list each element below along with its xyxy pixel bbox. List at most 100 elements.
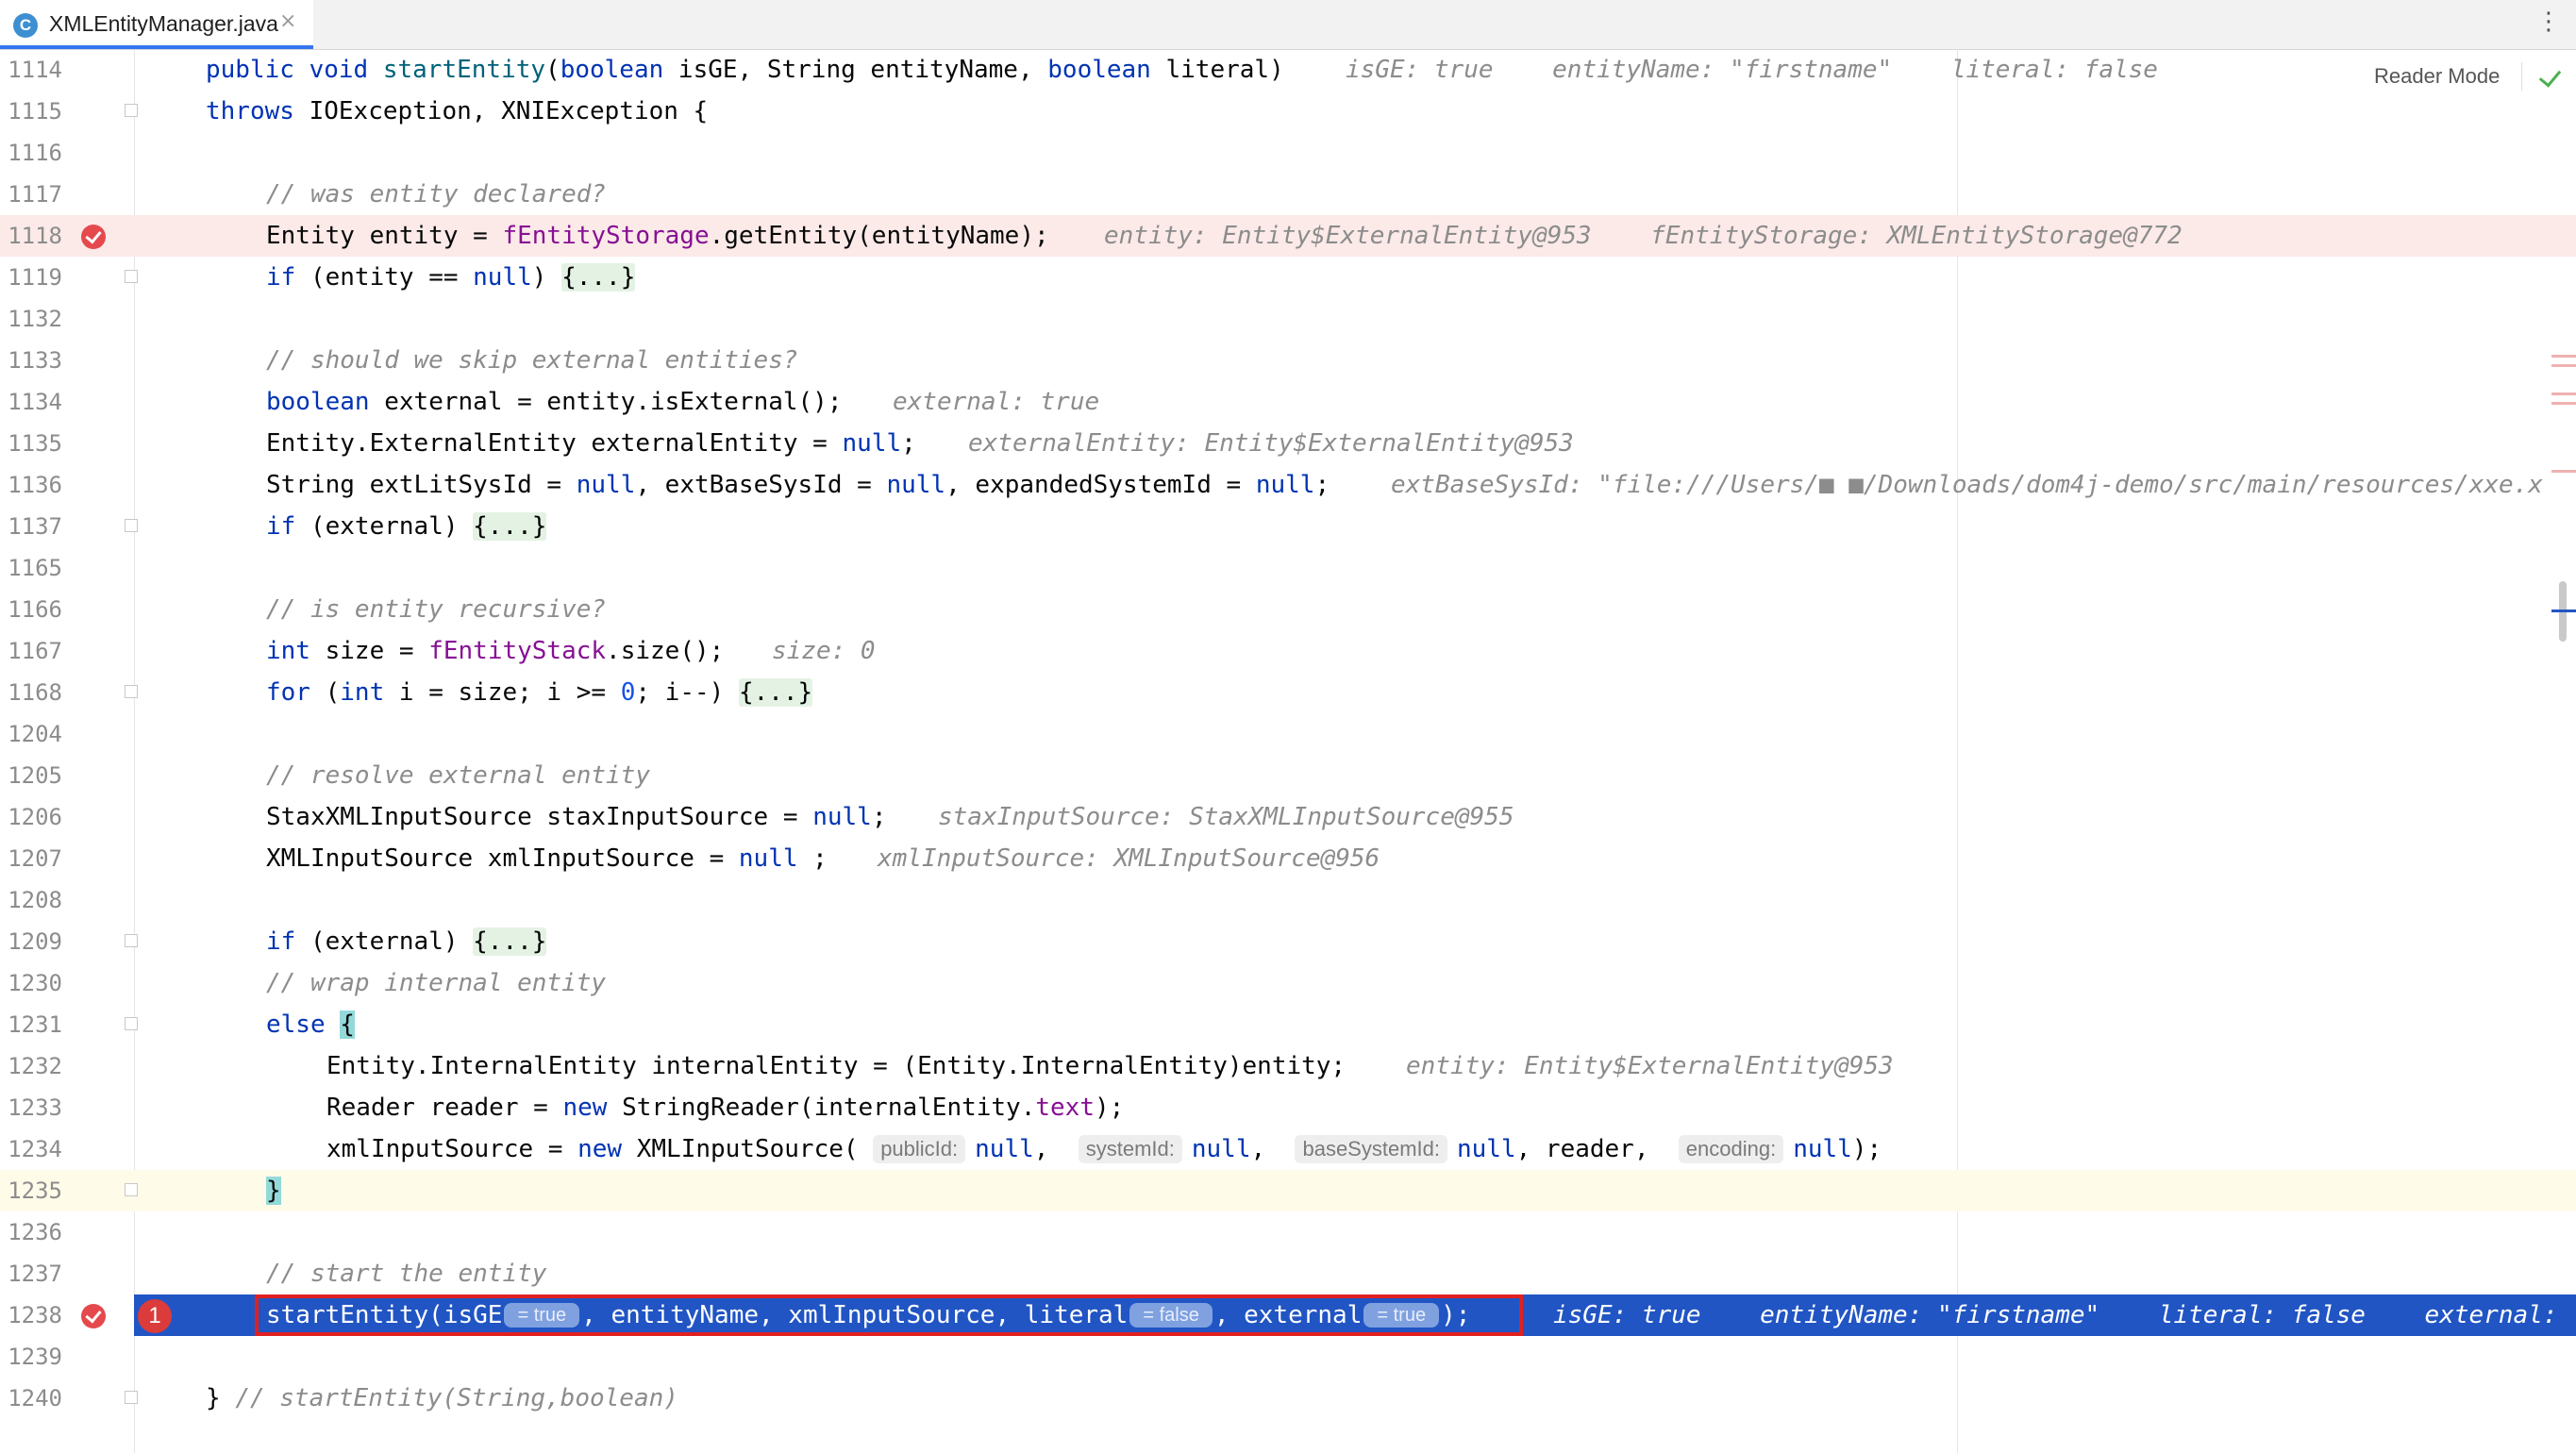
- tab-label: XMLEntityManager.java: [49, 11, 278, 36]
- line-number[interactable]: 1240: [0, 1385, 62, 1411]
- line-number[interactable]: 1230: [0, 970, 62, 996]
- line-number[interactable]: 1135: [0, 430, 62, 457]
- code-text: if (entity == null) {...}: [266, 263, 636, 292]
- debug-inline-values: extBaseSysId: "file:///Users/■ ■/Downloa…: [1391, 471, 2543, 499]
- fold-marker-icon[interactable]: [125, 685, 138, 698]
- code-text: else {: [266, 1010, 355, 1039]
- folded-block[interactable]: {...}: [473, 512, 547, 541]
- line-number[interactable]: 1205: [0, 762, 62, 789]
- code-comment: // wrap internal entity: [266, 969, 607, 997]
- fold-marker-icon[interactable]: [125, 1391, 138, 1404]
- code-line: 1206 StaxXMLInputSource staxInputSource …: [0, 796, 2576, 838]
- line-number[interactable]: 1136: [0, 472, 62, 498]
- code-line-breakpoint: 1118 Entity entity = fEntityStorage.getE…: [0, 215, 2576, 257]
- folded-block[interactable]: {...}: [738, 678, 813, 707]
- line-number[interactable]: 1233: [0, 1094, 62, 1121]
- line-number[interactable]: 1118: [0, 223, 62, 249]
- code-text: int size = fEntityStack.size();: [266, 637, 725, 665]
- tab-xmlentitymanager[interactable]: C XMLEntityManager.java ×: [0, 0, 313, 49]
- code-text: Entity entity = fEntityStorage.getEntity…: [266, 222, 1049, 250]
- fold-marker-icon[interactable]: [125, 1017, 138, 1030]
- line-number[interactable]: 1114: [0, 57, 62, 83]
- breakpoint-icon[interactable]: [81, 1304, 106, 1328]
- error-stripe-mark[interactable]: [2551, 402, 2576, 405]
- line-number[interactable]: 1137: [0, 513, 62, 540]
- line-number[interactable]: 1206: [0, 804, 62, 830]
- code-line: 1135 Entity.ExternalEntity externalEntit…: [0, 423, 2576, 464]
- code-line: 1114 public void startEntity(boolean isG…: [0, 49, 2576, 91]
- line-number[interactable]: 1239: [0, 1344, 62, 1370]
- parameter-hint: systemId:: [1078, 1135, 1182, 1163]
- line-number[interactable]: 1166: [0, 596, 62, 623]
- code-text: String extLitSysId = null, extBaseSysId …: [266, 471, 1330, 499]
- code-line: 1236: [0, 1211, 2576, 1253]
- line-number[interactable]: 1134: [0, 389, 62, 415]
- fold-marker-icon[interactable]: [125, 104, 138, 117]
- line-number[interactable]: 1234: [0, 1136, 62, 1162]
- code-text: XMLInputSource xmlInputSource = null ;: [266, 844, 828, 873]
- fold-marker-icon[interactable]: [125, 934, 138, 947]
- line-number[interactable]: 1165: [0, 555, 62, 581]
- fold-marker-icon[interactable]: [125, 519, 138, 532]
- line-number[interactable]: 1117: [0, 181, 62, 208]
- error-stripe-mark[interactable]: [2551, 392, 2576, 395]
- line-number[interactable]: 1133: [0, 347, 62, 374]
- annotation-badge: 1: [138, 1299, 172, 1333]
- debug-inline-values: size: 0: [772, 637, 876, 665]
- line-number[interactable]: 1132: [0, 306, 62, 332]
- line-number[interactable]: 1232: [0, 1053, 62, 1079]
- code-text: } // startEntity(String,boolean): [206, 1384, 678, 1412]
- more-options-icon[interactable]: ⋮: [2536, 9, 2561, 34]
- line-number[interactable]: 1231: [0, 1011, 62, 1038]
- fold-marker-icon[interactable]: [125, 270, 138, 283]
- code-line-caret: 1235 }: [0, 1170, 2576, 1211]
- code-comment: // is entity recursive?: [266, 595, 607, 624]
- code-comment: // should we skip external entities?: [266, 346, 798, 375]
- code-line: 1234 xmlInputSource = new XMLInputSource…: [0, 1128, 2576, 1170]
- line-number[interactable]: 1235: [0, 1177, 62, 1204]
- debug-inline-values: isGE: true entityName: "firstname" liter…: [1346, 56, 2158, 84]
- line-number[interactable]: 1116: [0, 140, 62, 166]
- line-number[interactable]: 1238: [0, 1302, 62, 1328]
- code-line: 1115 throws IOException, XNIException {: [0, 91, 2576, 132]
- code-text: }: [266, 1177, 281, 1205]
- java-class-icon: C: [13, 13, 38, 38]
- line-number[interactable]: 1207: [0, 845, 62, 872]
- folded-block[interactable]: {...}: [473, 927, 547, 956]
- parameter-hint: baseSystemId:: [1295, 1135, 1447, 1163]
- error-stripe-mark[interactable]: [2551, 355, 2576, 358]
- line-number[interactable]: 1167: [0, 638, 62, 664]
- code-line: 1231 else {: [0, 1004, 2576, 1045]
- code-text: for (int i = size; i >= 0; i--) {...}: [266, 678, 813, 707]
- code-line: 1117 // was entity declared?: [0, 174, 2576, 215]
- line-number[interactable]: 1119: [0, 264, 62, 291]
- fold-marker-icon[interactable]: [125, 1183, 138, 1196]
- code-comment: // resolve external entity: [266, 761, 650, 790]
- breakpoint-icon[interactable]: [81, 225, 106, 249]
- folded-block[interactable]: {...}: [561, 263, 636, 292]
- error-stripe-mark[interactable]: [2551, 364, 2576, 367]
- code-line: 1207 XMLInputSource xmlInputSource = nul…: [0, 838, 2576, 879]
- line-number[interactable]: 1208: [0, 887, 62, 913]
- code-line: 1119 if (entity == null) {...}: [0, 257, 2576, 298]
- code-text: public void startEntity(boolean isGE, St…: [206, 56, 1284, 84]
- debug-inline-values: external: true: [893, 388, 1100, 416]
- line-number[interactable]: 1237: [0, 1261, 62, 1287]
- code-comment: // was entity declared?: [266, 180, 607, 209]
- line-number[interactable]: 1204: [0, 721, 62, 747]
- close-icon[interactable]: ×: [279, 9, 296, 33]
- line-number[interactable]: 1209: [0, 928, 62, 955]
- caret-position-mark: [2551, 610, 2576, 612]
- code-editor[interactable]: Reader Mode 1114 public void startEntity…: [0, 49, 2576, 1453]
- error-stripe-mark[interactable]: [2551, 470, 2576, 473]
- code-text: xmlInputSource = new XMLInputSource( pub…: [326, 1135, 1882, 1163]
- line-number[interactable]: 1168: [0, 679, 62, 706]
- code-line: 1230 // wrap internal entity: [0, 962, 2576, 1004]
- line-number[interactable]: 1115: [0, 98, 62, 125]
- execution-point-line: 1238 1 startEntity(isGE = true, entityNam…: [0, 1294, 2576, 1336]
- code-line: 1133 // should we skip external entities…: [0, 340, 2576, 381]
- code-text: StaxXMLInputSource staxInputSource = nul…: [266, 803, 887, 831]
- code-line: 1209 if (external) {...}: [0, 921, 2576, 962]
- code-comment: // startEntity(String,boolean): [235, 1384, 678, 1412]
- line-number[interactable]: 1236: [0, 1219, 62, 1245]
